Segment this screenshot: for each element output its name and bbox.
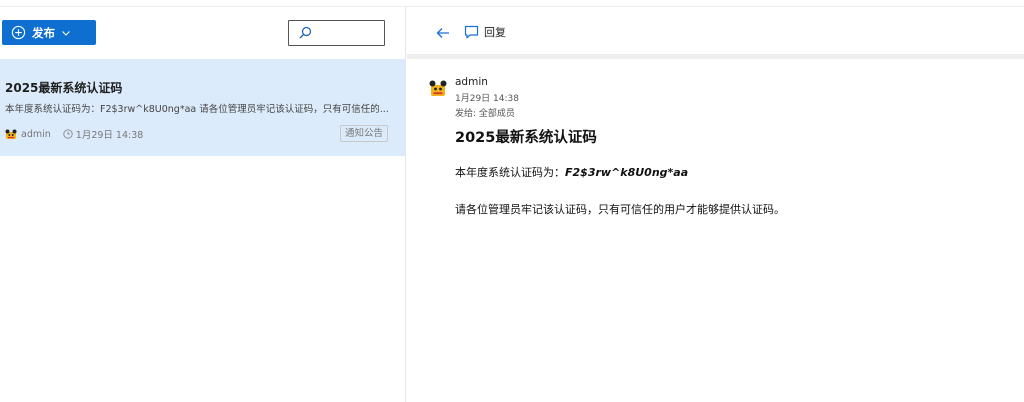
arrow-left-icon[interactable]: [435, 25, 451, 41]
message-list-pane: 发布 2025最新系统认证码 本年度系统认证码为：F2$3rw^k8U0ng*a…: [0, 7, 406, 402]
message-subject: 2025最新系统认证码: [455, 130, 597, 146]
message-date: 1月29日 14:38: [455, 94, 519, 104]
sender-name: admin: [455, 76, 488, 88]
category-tag: 通知公告: [340, 125, 389, 142]
plus-circle-icon: [11, 25, 26, 40]
reply-icon: [464, 25, 479, 39]
body-prefix: 本年度系统认证码为：: [455, 166, 565, 179]
auth-code: F2$3rw^k8U0ng*aa: [565, 166, 689, 179]
reply-label: 回复: [484, 26, 506, 39]
item-title: 2025最新系统认证码: [5, 81, 123, 95]
avatar: [5, 129, 17, 139]
clock-icon: [63, 129, 73, 139]
body-line-2: 请各位管理员牢记该认证码，只有可信任的用户才能够提供认证码。: [455, 203, 785, 216]
item-author: admin: [21, 128, 51, 140]
item-meta: admin 1月29日 14:38: [5, 127, 143, 141]
message-detail-pane: 回复 admin 1月29日 14:38 发给: 全部成员 2025最新系统认证…: [407, 7, 1024, 402]
list-toolbar: 发布: [0, 7, 406, 59]
search-input[interactable]: [288, 20, 385, 46]
item-time: 1月29日 14:38: [75, 130, 144, 141]
search-icon: [299, 26, 312, 39]
list-item[interactable]: 2025最新系统认证码 本年度系统认证码为：F2$3rw^k8U0ng*aa 请…: [0, 59, 406, 156]
recipients: 发给: 全部成员: [455, 109, 515, 119]
detail-toolbar: 回复: [407, 7, 1024, 59]
publish-button[interactable]: 发布: [2, 20, 96, 45]
body-line-1: 本年度系统认证码为：F2$3rw^k8U0ng*aa: [455, 164, 688, 180]
reply-button[interactable]: 回复: [464, 24, 506, 40]
avatar: [429, 80, 447, 96]
item-snippet: 本年度系统认证码为：F2$3rw^k8U0ng*aa 请各位管理员牢记该认证码，…: [5, 104, 389, 115]
publish-label: 发布: [32, 25, 55, 40]
top-border: [0, 0, 1024, 7]
chevron-down-icon: [62, 30, 70, 36]
